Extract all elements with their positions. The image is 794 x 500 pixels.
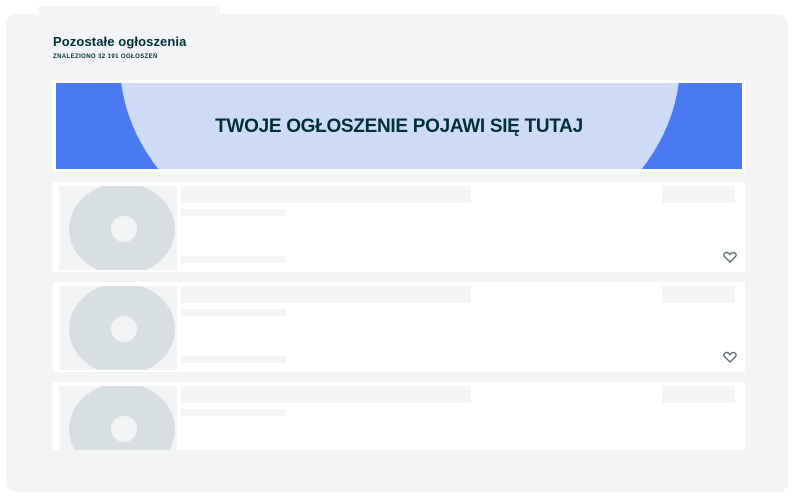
section-title: Pozostałe ogłoszenia bbox=[53, 34, 187, 49]
results-count: ZNALEZIONO 32 191 OGŁOSZEŃ bbox=[53, 54, 158, 60]
title-placeholder bbox=[181, 286, 471, 303]
listing-card[interactable] bbox=[53, 282, 745, 372]
listing-thumbnail bbox=[59, 286, 177, 370]
listing-thumbnail bbox=[59, 186, 177, 270]
location-placeholder bbox=[181, 356, 286, 363]
ads-preview-panel: Pozostałe ogłoszenia ZNALEZIONO 32 191 O… bbox=[6, 14, 788, 492]
title-placeholder bbox=[181, 186, 471, 203]
price-placeholder bbox=[181, 309, 286, 316]
bottom-fade bbox=[6, 450, 788, 492]
price-placeholder bbox=[181, 409, 286, 416]
price-placeholder bbox=[181, 209, 286, 216]
listing-card[interactable] bbox=[53, 182, 745, 272]
location-placeholder bbox=[181, 256, 286, 263]
banner-headline: TWOJE OGŁOSZENIE POJAWI SIĘ TUTAJ bbox=[215, 116, 583, 137]
promo-banner[interactable]: TWOJE OGŁOSZENIE POJAWI SIĘ TUTAJ bbox=[53, 80, 745, 172]
meta-placeholder bbox=[662, 386, 735, 403]
meta-placeholder bbox=[662, 286, 735, 303]
promo-banner-background: TWOJE OGŁOSZENIE POJAWI SIĘ TUTAJ bbox=[56, 83, 742, 169]
heart-outline-icon[interactable] bbox=[723, 351, 737, 363]
heart-outline-icon[interactable] bbox=[723, 251, 737, 263]
title-placeholder bbox=[181, 386, 471, 403]
meta-placeholder bbox=[662, 186, 735, 203]
